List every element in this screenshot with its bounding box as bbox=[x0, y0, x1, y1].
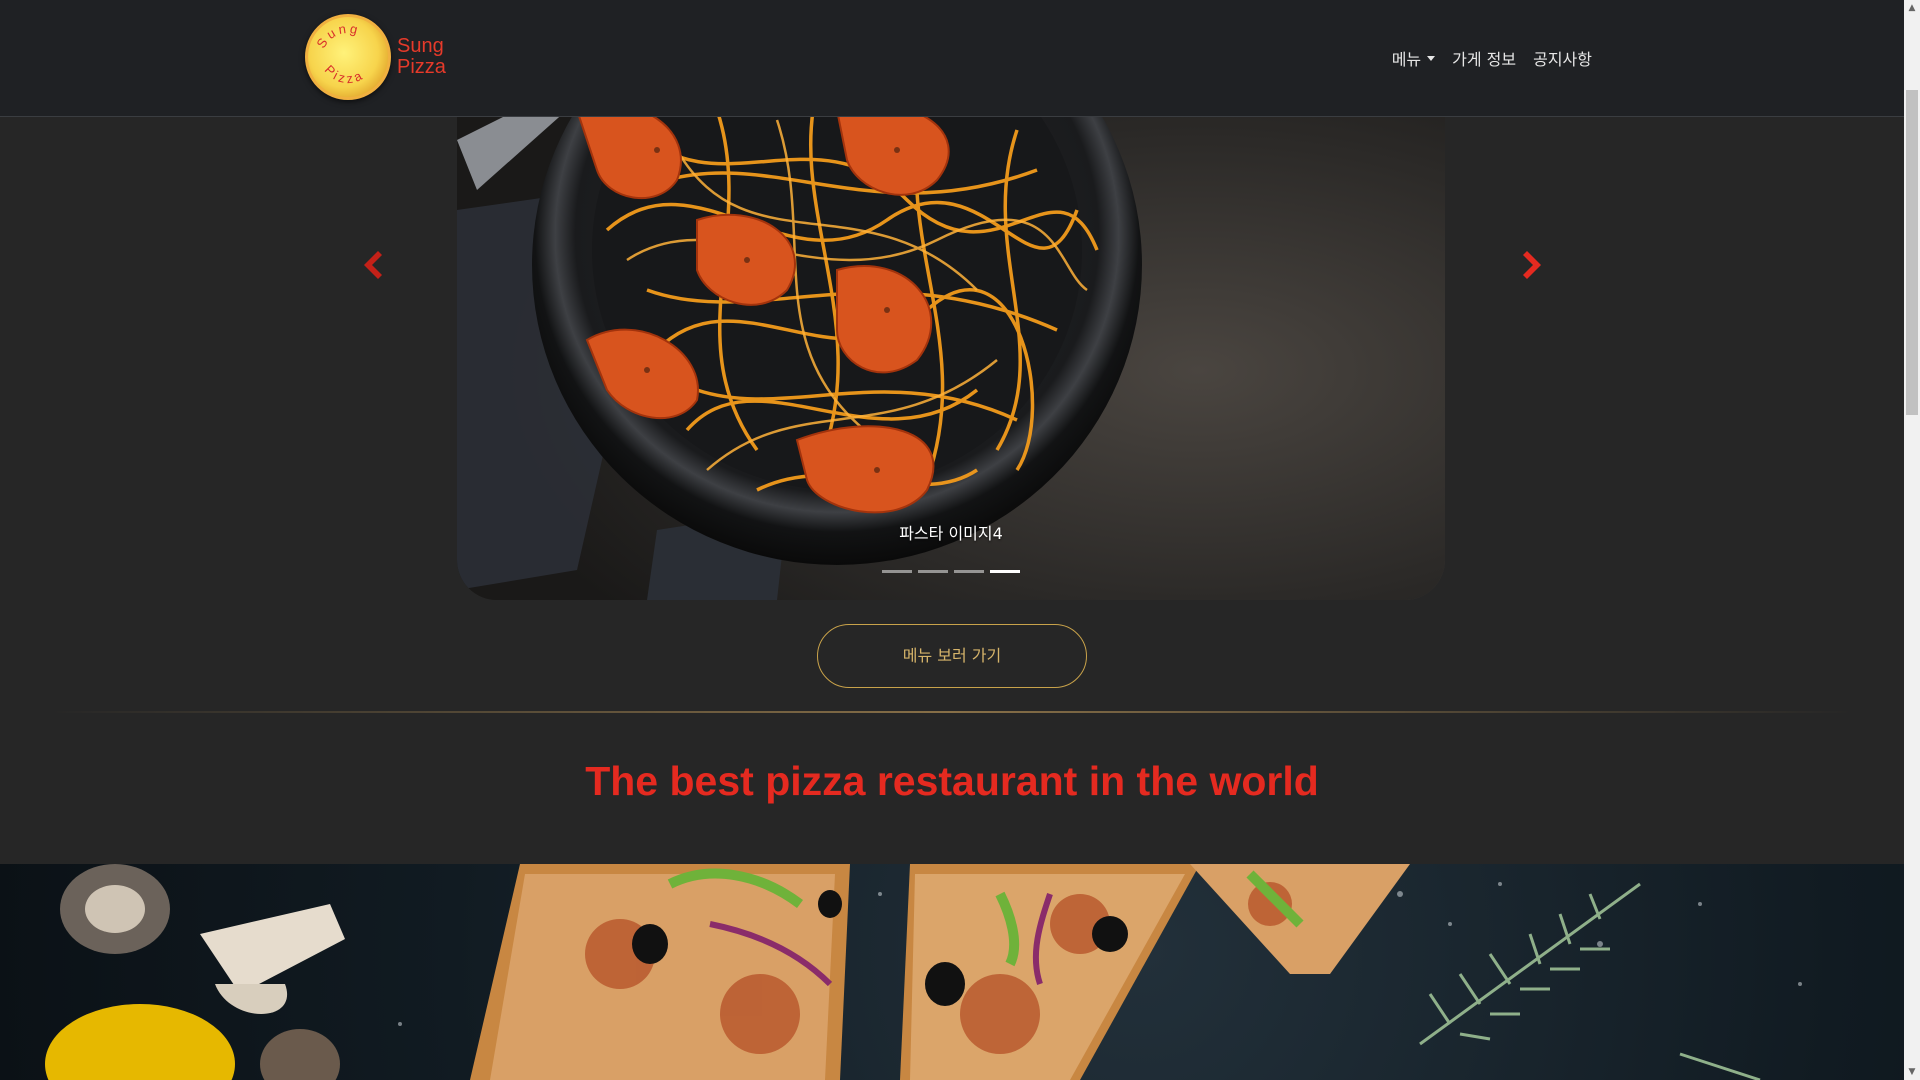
carousel-indicator-4[interactable] bbox=[990, 570, 1020, 573]
caret-down-icon bbox=[1427, 55, 1436, 61]
brand-logo[interactable]: Sung Pizza Sung Pizza bbox=[305, 14, 446, 100]
page: 파스타 이미지4 Sung Pizza Sung Pizza 메뉴 가게 정보 … bbox=[0, 0, 1904, 1080]
pizza-logo-icon: Sung Pizza bbox=[305, 14, 391, 100]
carousel-prev-button[interactable] bbox=[352, 245, 392, 285]
nav-item-notices-label: 공지사항 bbox=[1533, 50, 1592, 69]
scrollbar-thumb[interactable] bbox=[1906, 90, 1918, 415]
chevron-right-icon bbox=[1523, 251, 1541, 279]
carousel-indicator-2[interactable] bbox=[918, 570, 948, 573]
nav-item-store-info-label: 가게 정보 bbox=[1452, 50, 1517, 69]
carousel-indicators bbox=[882, 570, 1020, 573]
scroll-up-arrow-icon[interactable]: ▲ bbox=[1904, 0, 1920, 16]
top-navbar: Sung Pizza Sung Pizza 메뉴 가게 정보 공지사항 bbox=[0, 0, 1904, 117]
svg-text:Pizza: Pizza bbox=[322, 62, 367, 86]
carousel-caption: 파스타 이미지4 bbox=[899, 524, 1003, 543]
svg-text:Sung: Sung bbox=[313, 21, 362, 51]
pizza-banner-image bbox=[0, 864, 1904, 1080]
scroll-down-arrow-icon[interactable]: ▼ bbox=[1904, 1064, 1920, 1080]
carousel-indicator-1[interactable] bbox=[882, 570, 912, 573]
brand-name: Sung Pizza bbox=[397, 36, 446, 78]
view-menu-button[interactable]: 메뉴 보러 가기 bbox=[817, 624, 1087, 688]
image-carousel: 파스타 이미지4 bbox=[457, 90, 1445, 600]
carousel-indicator-3[interactable] bbox=[954, 570, 984, 573]
carousel-next-button[interactable] bbox=[1513, 245, 1553, 285]
pizza-image bbox=[45, 864, 1802, 1080]
chevron-left-icon bbox=[364, 251, 382, 279]
brand-name-line1: Sung bbox=[397, 35, 444, 57]
vertical-scrollbar[interactable]: ▲ ▼ bbox=[1904, 0, 1920, 1080]
nav-item-menu-label: 메뉴 bbox=[1391, 50, 1422, 69]
nav-links: 메뉴 가게 정보 공지사항 bbox=[1392, 46, 1592, 70]
section-divider bbox=[50, 711, 1854, 713]
brand-name-line2: Pizza bbox=[397, 56, 446, 78]
nav-item-notices[interactable]: 공지사항 bbox=[1533, 46, 1592, 70]
headline: The best pizza restaurant in the world bbox=[585, 758, 1319, 804]
nav-item-menu[interactable]: 메뉴 bbox=[1391, 46, 1436, 70]
nav-item-store-info[interactable]: 가게 정보 bbox=[1452, 46, 1516, 70]
